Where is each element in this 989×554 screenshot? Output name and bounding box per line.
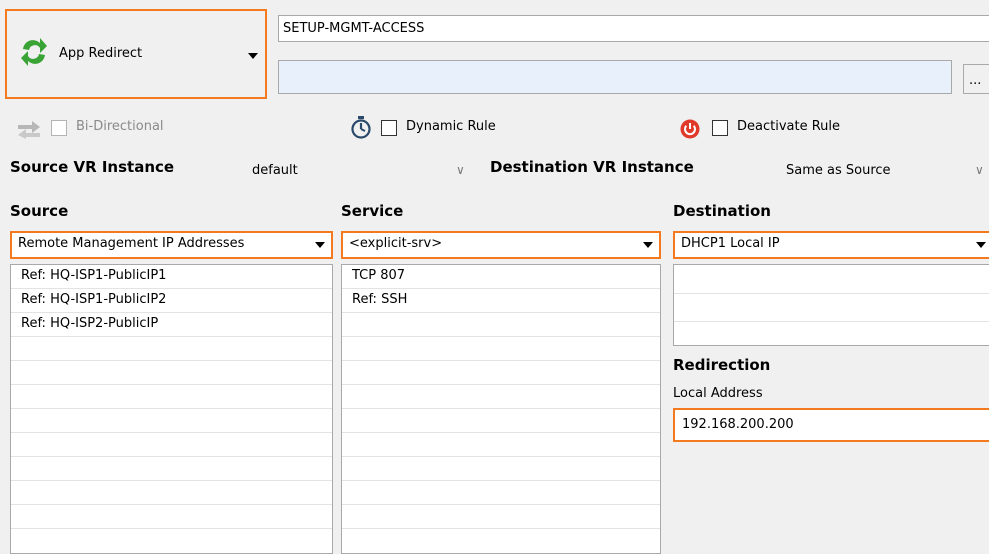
list-item <box>674 322 989 346</box>
bidirectional-icon <box>16 119 42 139</box>
local-address-label: Local Address <box>673 386 763 401</box>
list-item <box>11 337 332 361</box>
list-item <box>342 409 660 433</box>
stopwatch-icon <box>350 116 372 140</box>
chevron-down-icon: ∨ <box>975 163 984 177</box>
app-redirect-icon <box>19 36 49 68</box>
destination-header: Destination <box>673 202 771 220</box>
list-item <box>674 294 989 322</box>
chevron-down-icon <box>976 242 986 248</box>
list-item[interactable]: TCP 807 <box>342 265 660 289</box>
list-item <box>674 265 989 294</box>
source-list[interactable]: Ref: HQ-ISP1-PublicIP1 Ref: HQ-ISP1-Publ… <box>10 264 333 554</box>
destination-vr-label: Destination VR Instance <box>490 158 694 176</box>
local-address-input[interactable]: 192.168.200.200 <box>673 408 989 442</box>
destination-dropdown[interactable]: DHCP1 Local IP <box>673 231 989 259</box>
list-item <box>11 385 332 409</box>
destination-vr-select[interactable]: Same as Source ∨ <box>782 159 989 183</box>
bidirectional-checkbox[interactable] <box>51 120 67 136</box>
redirection-header: Redirection <box>673 356 771 374</box>
list-item <box>11 505 332 529</box>
list-item <box>342 433 660 457</box>
dynamic-rule-label: Dynamic Rule <box>406 119 496 134</box>
list-item <box>11 481 332 505</box>
list-item <box>342 457 660 481</box>
list-item[interactable]: Ref: HQ-ISP1-PublicIP1 <box>11 265 332 289</box>
browse-button[interactable]: ... <box>963 64 989 94</box>
list-item <box>342 481 660 505</box>
source-header: Source <box>10 202 69 220</box>
action-dropdown[interactable]: App Redirect <box>5 9 267 99</box>
chevron-down-icon <box>248 53 258 59</box>
source-dropdown[interactable]: Remote Management IP Addresses <box>10 231 333 259</box>
service-header: Service <box>341 202 404 220</box>
list-item <box>11 361 332 385</box>
list-item <box>342 385 660 409</box>
dynamic-rule-checkbox[interactable] <box>381 120 397 136</box>
chevron-down-icon <box>643 242 653 248</box>
chevron-down-icon: ∨ <box>456 163 465 177</box>
list-item <box>342 313 660 337</box>
deactivate-rule-label: Deactivate Rule <box>737 119 841 134</box>
list-item <box>11 457 332 481</box>
rule-name-field[interactable]: SETUP-MGMT-ACCESS <box>278 15 989 42</box>
list-item <box>342 505 660 529</box>
list-item[interactable]: Ref: SSH <box>342 289 660 313</box>
chevron-down-icon <box>315 242 325 248</box>
list-item <box>342 361 660 385</box>
list-item[interactable]: Ref: HQ-ISP1-PublicIP2 <box>11 289 332 313</box>
destination-list[interactable] <box>673 264 989 346</box>
action-label: App Redirect <box>59 46 143 61</box>
source-vr-select[interactable]: default ∨ <box>248 159 480 183</box>
service-list[interactable]: TCP 807 Ref: SSH <box>341 264 661 554</box>
service-dropdown[interactable]: <explicit-srv> <box>341 231 661 259</box>
rule-description-field[interactable] <box>278 60 952 94</box>
list-item <box>11 409 332 433</box>
list-item <box>342 337 660 361</box>
list-item <box>11 433 332 457</box>
power-icon <box>680 119 700 139</box>
deactivate-rule-checkbox[interactable] <box>712 120 728 136</box>
bidirectional-label: Bi-Directional <box>76 119 164 134</box>
list-item[interactable]: Ref: HQ-ISP2-PublicIP <box>11 313 332 337</box>
source-vr-label: Source VR Instance <box>10 158 175 176</box>
